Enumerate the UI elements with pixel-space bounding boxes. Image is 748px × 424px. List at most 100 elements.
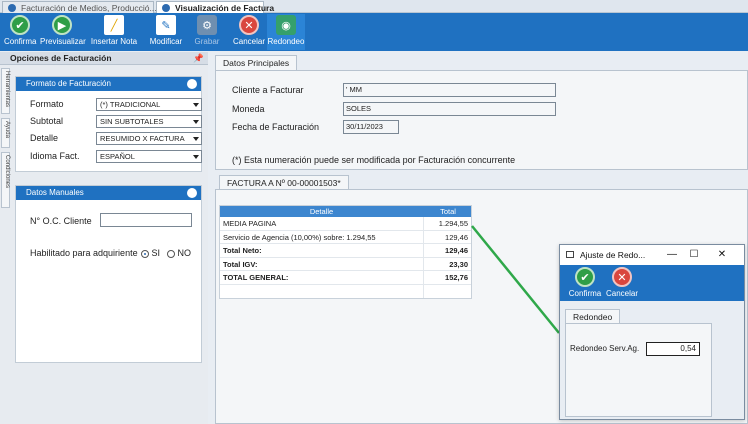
cliente-field[interactable]: ' MM xyxy=(343,83,556,97)
chart-icon: ╱ xyxy=(104,15,124,35)
formato-group-title: Formato de Facturación xyxy=(26,79,111,88)
cancelar-button[interactable]: ✕ Cancelar xyxy=(231,15,267,46)
datos-principales-panel: Cliente a Facturar ' MM Moneda SOLES Fec… xyxy=(215,70,748,170)
fecha-value: 30/11/2023 xyxy=(346,122,383,131)
collapse-icon[interactable] xyxy=(187,79,197,89)
dialog-confirma-label: Confirma xyxy=(568,289,602,298)
column-detalle[interactable]: Detalle xyxy=(220,206,423,217)
moneda-value: SOLES xyxy=(346,104,372,113)
vtab-condiciones[interactable]: Condiciones xyxy=(1,152,10,208)
chevron-down-icon xyxy=(193,120,199,124)
column-total[interactable]: Total xyxy=(423,206,473,217)
cliente-label: Cliente a Facturar xyxy=(232,85,304,95)
subtotal-value: SIN SUBTOTALES xyxy=(100,117,164,126)
ajuste-redondeo-dialog: Ajuste de Redo... — ☐ ✕ ✔ Confirma ✕ Can… xyxy=(559,244,745,420)
radio-si[interactable]: SI xyxy=(141,248,160,258)
detalle-cell: Total Neto: xyxy=(223,246,262,255)
toolbar-ribbon: ✔ Confirma ▶ Previsualizar ╱ Insertar No… xyxy=(0,13,748,51)
fecha-field[interactable]: 30/11/2023 xyxy=(343,120,399,134)
table-row[interactable]: TOTAL GENERAL: 152,76 xyxy=(220,271,471,285)
collapse-icon[interactable] xyxy=(187,188,197,198)
confirma-button[interactable]: ✔ Confirma xyxy=(4,15,36,46)
radio-no[interactable]: NO xyxy=(167,248,191,258)
chevron-down-icon xyxy=(193,155,199,159)
table-row[interactable]: Total Neto: 129,46 xyxy=(220,244,471,258)
numeracion-note: (*) Esta numeración puede ser modificada… xyxy=(232,155,516,165)
cancelar-label: Cancelar xyxy=(232,37,265,46)
formato-value: (*) TRADICIONAL xyxy=(100,100,161,109)
vtab-label: Ayuda xyxy=(4,121,10,138)
dialog-title: Ajuste de Redo... xyxy=(580,250,646,260)
edit-document-icon: ✎ xyxy=(156,15,176,35)
detalle-cell: MEDIA PAGINA xyxy=(223,219,277,228)
radio-si-label: SI xyxy=(151,248,161,258)
total-cell: 23,30 xyxy=(449,259,468,269)
document-tab-strip: Facturación de Medios, Producció... Visu… xyxy=(0,0,748,13)
redondeo-panel: Redondeo Serv.Ag. 0,54 xyxy=(565,323,712,417)
detalle-cell: Servicio de Agencia (10,00%) sobre: 1.29… xyxy=(223,232,376,242)
redondeo-tab-label: Redondeo xyxy=(573,312,613,322)
subtotal-select[interactable]: SIN SUBTOTALES xyxy=(96,115,202,128)
moneda-field[interactable]: SOLES xyxy=(343,102,556,116)
datos-manuales-title: Datos Manuales xyxy=(26,188,84,197)
grabar-button[interactable]: ⚙ Grabar xyxy=(193,15,221,46)
redondeo-button[interactable]: ◉ Redondeo xyxy=(267,14,305,50)
detalle-cell: TOTAL GENERAL: xyxy=(223,273,289,282)
close-icon: ✕ xyxy=(239,15,259,35)
dialog-cancelar-label: Cancelar xyxy=(605,289,638,298)
vtab-herramientas[interactable]: Herramientas xyxy=(1,68,10,114)
tab-datos-principales[interactable]: Datos Principales xyxy=(215,55,298,71)
minimize-icon[interactable]: — xyxy=(662,245,682,265)
factura-tab-label: FACTURA A Nº 00-00001503* xyxy=(227,178,341,188)
moneda-label: Moneda xyxy=(232,104,265,114)
gear-icon: ⚙ xyxy=(197,15,217,35)
redondeo-input[interactable]: 0,54 xyxy=(646,342,700,356)
column-separator xyxy=(423,244,424,257)
chevron-down-icon xyxy=(193,103,199,107)
total-cell: 129,46 xyxy=(445,246,468,255)
tab-label: Visualización de Factura xyxy=(175,3,275,13)
detalle-select[interactable]: RESUMIDO X FACTURA xyxy=(96,132,202,145)
detalle-value: RESUMIDO X FACTURA xyxy=(100,134,185,143)
pin-icon[interactable]: 📌 xyxy=(193,52,204,65)
oc-cliente-input[interactable] xyxy=(100,213,192,227)
vtab-label: Condiciones xyxy=(4,155,10,189)
table-header: Detalle Total xyxy=(220,206,471,217)
modificar-label: Modificar xyxy=(149,37,183,46)
modificar-button[interactable]: ✎ Modificar xyxy=(148,15,184,46)
fecha-label: Fecha de Facturación xyxy=(232,122,320,132)
idioma-value: ESPAÑOL xyxy=(100,152,135,161)
vertical-tabs: Herramientas Ayuda Condiciones xyxy=(0,66,10,266)
close-icon[interactable]: ✕ xyxy=(712,245,732,265)
datos-tab-label: Datos Principales xyxy=(223,58,290,68)
previsualizar-button[interactable]: ▶ Previsualizar xyxy=(40,15,86,46)
total-cell: 152,76 xyxy=(445,273,468,282)
adquiriente-label: Habilitado para adquiriente xyxy=(30,248,138,258)
previsualizar-label: Previsualizar xyxy=(40,37,86,46)
table-row-empty xyxy=(220,284,471,298)
idioma-select[interactable]: ESPAÑOL xyxy=(96,150,202,163)
options-panel-header: Opciones de Facturación 📌 xyxy=(0,52,208,65)
tab-facturacion-medios[interactable]: Facturación de Medios, Producció... xyxy=(2,1,157,13)
insertar-nota-button[interactable]: ╱ Insertar Nota xyxy=(90,15,138,46)
table-row[interactable]: Servicio de Agencia (10,00%) sobre: 1.29… xyxy=(220,230,471,244)
grabar-label: Grabar xyxy=(194,37,220,46)
table-row[interactable]: Total IGV: 23,30 xyxy=(220,257,471,271)
close-icon: ✕ xyxy=(612,267,632,287)
formato-group-header: Formato de Facturación xyxy=(16,77,201,91)
maximize-icon[interactable]: ☐ xyxy=(684,245,704,265)
play-icon: ▶ xyxy=(52,15,72,35)
insertar-nota-label: Insertar Nota xyxy=(90,37,138,46)
check-icon: ✔ xyxy=(10,15,30,35)
column-separator xyxy=(423,217,424,230)
vtab-ayuda[interactable]: Ayuda xyxy=(1,118,10,148)
tab-visualizacion-factura[interactable]: Visualización de Factura xyxy=(156,1,274,13)
detalle-label: Detalle xyxy=(30,133,59,143)
radio-unselected-icon xyxy=(167,249,175,258)
formato-select[interactable]: (*) TRADICIONAL xyxy=(96,98,202,111)
table-row[interactable]: MEDIA PAGINA 1.294,55 xyxy=(220,217,471,231)
dialog-cancelar-button[interactable]: ✕ Cancelar xyxy=(604,267,640,298)
check-icon: ✔ xyxy=(575,267,595,287)
radio-selected-icon xyxy=(141,249,149,258)
dialog-confirma-button[interactable]: ✔ Confirma xyxy=(568,267,602,298)
